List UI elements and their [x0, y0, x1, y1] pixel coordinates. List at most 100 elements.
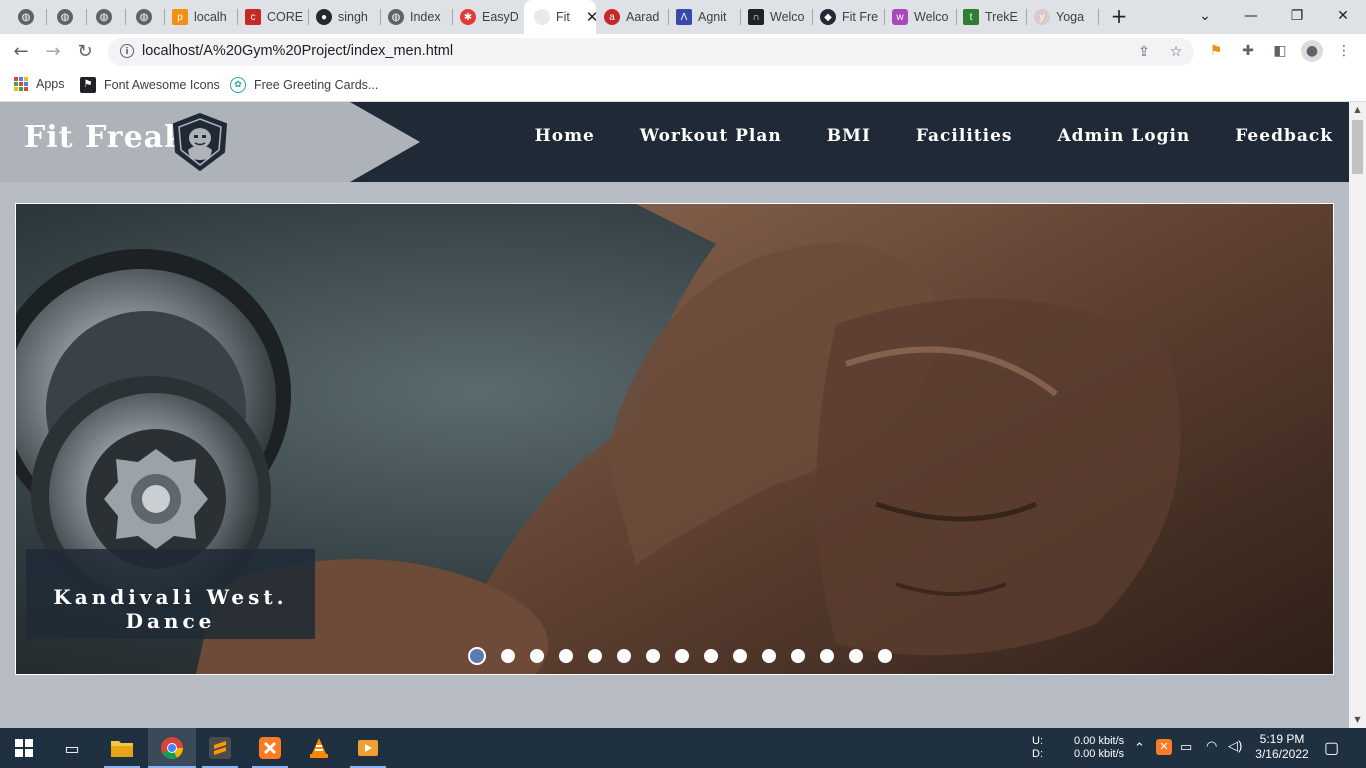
vlc-icon[interactable] [305, 734, 333, 762]
slider-dot[interactable] [733, 649, 747, 663]
trek-icon: t [963, 9, 979, 25]
address-bar[interactable]: i localhost/A%20Gym%20Project/index_men.… [108, 38, 1194, 66]
xampp-icon[interactable] [256, 734, 284, 762]
aarad-icon: a [604, 9, 620, 25]
media-player-icon[interactable] [354, 734, 382, 762]
file-explorer-icon[interactable] [108, 734, 136, 762]
extensions-puzzle-icon[interactable]: ✚ [1237, 40, 1259, 62]
battery-icon[interactable]: ▭ [1180, 739, 1192, 755]
browser-tab-active[interactable]: Fit ✕ [524, 0, 596, 34]
tab-label: Aarad [626, 10, 660, 24]
browser-tab[interactable]: ◍ [57, 4, 77, 30]
tab-label: Fit Fre [842, 10, 878, 24]
phpmyadmin-icon: p [172, 9, 188, 25]
slider-dot[interactable] [646, 649, 660, 663]
wifi-icon[interactable]: ◠ [1206, 738, 1217, 754]
browser-tab[interactable]: y Yoga [1034, 4, 1094, 30]
browser-tab[interactable]: ◍ [18, 4, 38, 30]
tab-label: Agnit [698, 10, 727, 24]
nav-workout-plan[interactable]: Workout Plan [640, 126, 782, 146]
notification-center-icon[interactable]: ▢ [1324, 738, 1339, 758]
browser-tab[interactable]: ✱ EasyD [460, 4, 518, 30]
bookmark-font-awesome[interactable]: ⚑ Font Awesome Icons [80, 77, 220, 93]
nav-home[interactable]: Home [535, 126, 595, 146]
sublime-text-icon[interactable] [206, 734, 234, 762]
slider-dot[interactable] [501, 649, 515, 663]
nav-bmi[interactable]: BMI [827, 126, 871, 146]
tab-label: CORE [267, 10, 304, 24]
bookmark-greeting-cards[interactable]: ✿ Free Greeting Cards... [230, 77, 378, 93]
profile-avatar-icon[interactable]: ● [1301, 40, 1323, 62]
slider-dot[interactable] [588, 649, 602, 663]
slider-dot[interactable] [675, 649, 689, 663]
yoga-icon: y [1034, 9, 1050, 25]
slider-dot[interactable] [559, 649, 573, 663]
tab-label: Yoga [1056, 10, 1085, 24]
share-icon[interactable]: ⇪ [1134, 42, 1154, 62]
windows-taskbar: ▭ U: D: 0.00 kbit/s 0.00 kbit/s ⌃ ✕ ▭ ◠ … [0, 728, 1366, 768]
minimize-button[interactable]: — [1236, 4, 1266, 28]
close-tab-icon[interactable]: ✕ [586, 8, 596, 26]
browser-tab[interactable]: ◍ Index [388, 4, 448, 30]
close-window-button[interactable]: ✕ [1328, 4, 1358, 28]
nav-feedback[interactable]: Feedback [1235, 126, 1333, 146]
slider-dot[interactable] [468, 647, 486, 665]
upload-label: U: [1032, 735, 1043, 747]
tray-expand-icon[interactable]: ⌃ [1134, 740, 1145, 756]
volume-icon[interactable]: ◁) [1228, 738, 1242, 754]
browser-tab[interactable]: ◍ [136, 4, 156, 30]
scroll-down-arrow-icon[interactable]: ▼ [1349, 712, 1366, 728]
reload-button[interactable]: ↻ [73, 40, 97, 64]
browser-tab[interactable]: ● singh [316, 4, 376, 30]
slider-dot[interactable] [849, 649, 863, 663]
bookmark-apps[interactable]: Apps [14, 77, 65, 91]
slider-dot[interactable] [530, 649, 544, 663]
hero-slider[interactable]: Kandivali West. Dance [15, 203, 1334, 675]
restore-button[interactable]: ❐ [1282, 4, 1312, 28]
browser-tab[interactable]: ◍ [96, 4, 116, 30]
apps-grid-icon [14, 77, 28, 91]
brand-logo-text[interactable]: Fit Freak [24, 120, 186, 155]
browser-tab[interactable]: c CORE [245, 4, 305, 30]
slider-dot[interactable] [704, 649, 718, 663]
browser-tab[interactable]: w Welco [892, 4, 950, 30]
scroll-up-arrow-icon[interactable]: ▲ [1349, 102, 1366, 118]
browser-tab[interactable]: ◆ Fit Fre [820, 4, 878, 30]
browser-tab[interactable]: p localh [172, 4, 232, 30]
globe-icon: ◍ [136, 9, 152, 25]
gym-emblem-icon [172, 112, 228, 172]
globe-icon: ◍ [96, 9, 112, 25]
browser-tab[interactable]: t TrekE [963, 4, 1021, 30]
browser-tab[interactable]: ∩ Welco [748, 4, 806, 30]
bookmarks-bar: Apps ⚑ Font Awesome Icons ✿ Free Greetin… [0, 70, 1366, 102]
forward-button[interactable]: → [41, 40, 65, 64]
bookmark-star-icon[interactable]: ☆ [1166, 42, 1186, 62]
back-button[interactable]: ← [9, 40, 33, 64]
url-text[interactable]: localhost/A%20Gym%20Project/index_men.ht… [142, 43, 453, 59]
scrollbar-thumb[interactable] [1352, 120, 1363, 174]
side-panel-icon[interactable]: ◧ [1269, 40, 1291, 62]
browser-tab[interactable]: a Aarad [604, 4, 662, 30]
tab-label: singh [338, 10, 368, 24]
clock-date: 3/16/2022 [1255, 747, 1309, 761]
page-scrollbar[interactable]: ▲ ▼ [1349, 102, 1366, 728]
slider-dot[interactable] [791, 649, 805, 663]
browser-tab[interactable]: Λ Agnit [676, 4, 734, 30]
upload-speed: 0.00 kbit/s [1074, 735, 1125, 747]
system-clock[interactable]: 5:19 PM 3/16/2022 [1252, 732, 1312, 762]
site-info-icon[interactable]: i [120, 44, 134, 58]
windows-start-icon[interactable] [10, 734, 38, 762]
nav-facilities[interactable]: Facilities [916, 126, 1013, 146]
slider-dot[interactable] [762, 649, 776, 663]
chrome-menu-icon[interactable]: ⋮ [1333, 40, 1355, 62]
slider-dot[interactable] [617, 649, 631, 663]
chrome-icon[interactable] [158, 734, 186, 762]
slider-dot[interactable] [878, 649, 892, 663]
extension-icon[interactable]: ⚑ [1205, 40, 1227, 62]
nav-admin-login[interactable]: Admin Login [1057, 126, 1190, 146]
task-view-icon[interactable]: ▭ [58, 734, 86, 762]
tab-search-icon[interactable]: ⌄ [1190, 4, 1220, 28]
slider-dot[interactable] [820, 649, 834, 663]
new-tab-button[interactable]: + [1108, 5, 1130, 27]
xampp-tray-icon[interactable]: ✕ [1156, 739, 1172, 755]
